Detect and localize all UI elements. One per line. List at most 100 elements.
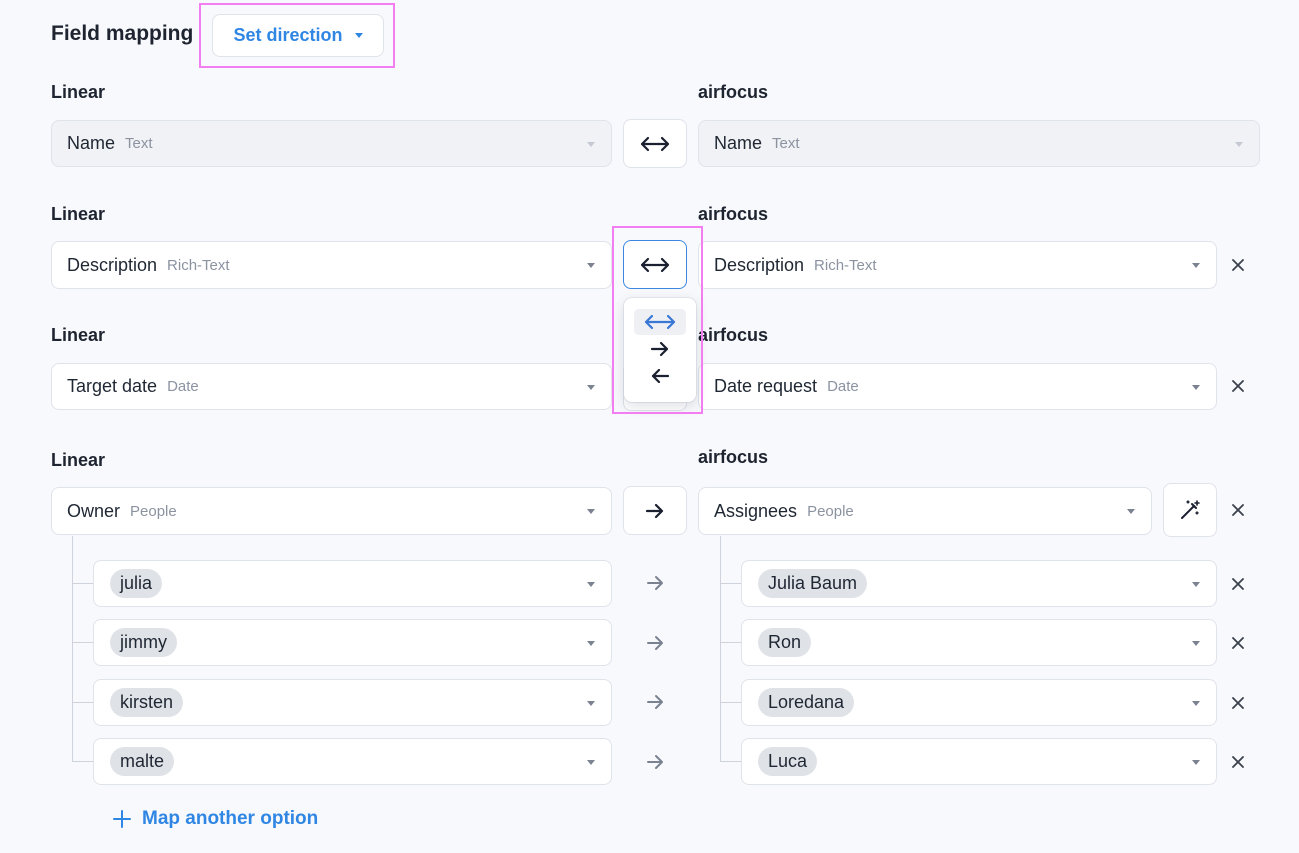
source-option-select[interactable]: malte <box>93 738 612 785</box>
plus-icon <box>113 810 131 828</box>
direction-button[interactable] <box>623 486 687 535</box>
tree-connector <box>720 761 741 762</box>
tree-connector <box>720 536 721 762</box>
close-icon <box>1232 259 1244 271</box>
field-type: Rich-Text <box>814 256 877 274</box>
source-label: Linear <box>51 325 106 345</box>
person-chip: Ron <box>758 628 812 657</box>
chevron-down-icon <box>587 384 595 390</box>
chevron-down-icon <box>1192 263 1200 268</box>
tree-connector <box>72 702 93 703</box>
remove-option-button[interactable] <box>1228 574 1248 594</box>
chevron-down-icon <box>1192 759 1200 765</box>
person-chip: julia <box>110 569 163 598</box>
field-name: Date request <box>714 376 818 396</box>
source-label: Linear <box>51 450 106 470</box>
person-chip: Luca <box>758 747 818 776</box>
person-chip: malte <box>110 747 175 776</box>
close-icon <box>1232 504 1244 516</box>
target-option-select[interactable]: Julia Baum <box>741 560 1217 607</box>
map-another-option-button[interactable]: Map another option <box>112 808 318 830</box>
page-title: Field mapping <box>51 22 194 45</box>
target-option-select[interactable]: Loredana <box>741 679 1217 726</box>
field-type: Rich-Text <box>167 256 230 274</box>
source-label: Linear <box>51 204 106 224</box>
target-label: airfocus <box>698 204 769 224</box>
field-type: Date <box>827 378 859 395</box>
arrow-right-icon <box>647 755 663 769</box>
target-label: airfocus <box>698 82 769 102</box>
target-label: airfocus <box>698 325 769 345</box>
chevron-down-icon <box>1127 509 1135 514</box>
target-option-select[interactable]: Luca <box>741 738 1217 785</box>
option-direction <box>643 571 667 595</box>
option-direction <box>643 750 667 774</box>
option-direction <box>643 690 667 714</box>
source-option-select[interactable]: jimmy <box>93 619 612 666</box>
close-icon <box>1232 637 1244 649</box>
chevron-down-icon <box>587 759 595 765</box>
field-name: Name <box>67 133 116 153</box>
target-option-select[interactable]: Ron <box>741 619 1217 666</box>
chevron-down-icon <box>1235 141 1243 147</box>
chevron-down-icon <box>587 141 595 147</box>
map-another-option-label: Map another option <box>142 808 319 829</box>
tree-connector <box>72 536 73 762</box>
close-icon <box>1232 380 1244 392</box>
arrow-right-icon <box>647 636 663 650</box>
close-icon <box>1232 756 1244 768</box>
remove-mapping-button[interactable] <box>1228 500 1248 520</box>
direction-button[interactable] <box>623 119 687 168</box>
remove-mapping-button[interactable] <box>1228 376 1248 396</box>
highlight-frame <box>199 3 395 68</box>
remove-option-button[interactable] <box>1228 752 1248 772</box>
source-label: Linear <box>51 82 106 102</box>
arrow-right-icon <box>647 695 663 709</box>
arrow-right-icon <box>647 576 663 590</box>
chevron-down-icon <box>587 700 595 706</box>
person-chip: kirsten <box>110 688 184 717</box>
field-name: Name <box>714 133 763 153</box>
source-field-select: Name Text <box>51 120 612 167</box>
close-icon <box>1232 578 1244 590</box>
person-chip: Julia Baum <box>758 569 868 598</box>
remove-option-button[interactable] <box>1228 693 1248 713</box>
target-field-select[interactable]: Description Rich-Text <box>698 241 1217 289</box>
person-chip: jimmy <box>110 628 177 657</box>
field-name: Description <box>714 254 805 275</box>
remove-option-button[interactable] <box>1228 633 1248 653</box>
chevron-down-icon <box>587 640 595 646</box>
target-label: airfocus <box>698 447 769 467</box>
source-field-select[interactable]: Description Rich-Text <box>51 241 612 289</box>
chevron-down-icon <box>1192 700 1200 706</box>
arrow-right-icon <box>645 503 664 518</box>
field-name: Owner <box>67 500 121 521</box>
field-name: Description <box>67 254 158 275</box>
chevron-down-icon <box>1192 581 1200 587</box>
source-option-select[interactable]: kirsten <box>93 679 612 726</box>
close-icon <box>1232 697 1244 709</box>
field-name: Assignees <box>714 500 798 521</box>
option-direction <box>643 631 667 655</box>
magic-wand-icon <box>1181 500 1200 519</box>
source-field-select[interactable]: Target date Date <box>51 363 612 410</box>
target-field-select: Name Text <box>698 120 1260 167</box>
field-type: People <box>807 502 854 520</box>
highlight-frame <box>612 226 703 414</box>
tree-connector <box>72 642 93 643</box>
target-field-select[interactable]: Date request Date <box>698 363 1217 410</box>
tree-connector <box>72 761 93 762</box>
field-type: Date <box>167 378 199 395</box>
field-type: Text <box>772 135 800 152</box>
chevron-down-icon <box>1192 384 1200 390</box>
target-field-select[interactable]: Assignees People <box>698 487 1152 535</box>
chevron-down-icon <box>1192 640 1200 646</box>
chevron-down-icon <box>587 581 595 587</box>
tree-connector <box>720 642 741 643</box>
source-option-select[interactable]: julia <box>93 560 612 607</box>
source-field-select[interactable]: Owner People <box>51 487 612 535</box>
tree-connector <box>72 583 93 584</box>
auto-map-button[interactable] <box>1163 483 1217 537</box>
tree-connector <box>720 702 741 703</box>
remove-mapping-button[interactable] <box>1228 255 1248 275</box>
